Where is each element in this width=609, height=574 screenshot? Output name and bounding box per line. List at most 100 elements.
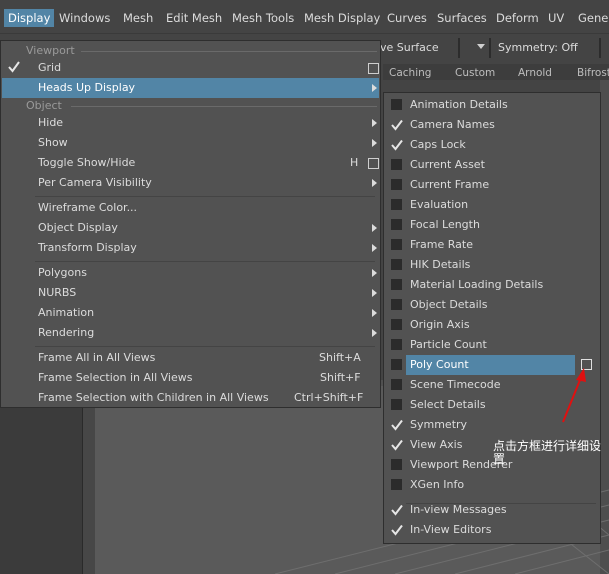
shelf-tab-arnold[interactable]: Arnold bbox=[518, 67, 552, 79]
menu-mesh-display[interactable]: Mesh Display bbox=[304, 9, 380, 27]
menu-item-animation[interactable]: Animation bbox=[2, 303, 379, 323]
option-box-icon[interactable] bbox=[368, 63, 379, 74]
checkbox-icon[interactable] bbox=[391, 259, 402, 270]
hud-item-label: Material Loading Details bbox=[410, 278, 544, 291]
option-box-icon[interactable] bbox=[368, 158, 379, 169]
checked-checkbox-icon[interactable] bbox=[391, 504, 403, 516]
hud-item-evaluation[interactable]: Evaluation bbox=[385, 195, 599, 215]
checkbox-icon[interactable] bbox=[391, 359, 402, 370]
hud-item-symmetry[interactable]: Symmetry bbox=[385, 415, 599, 435]
menu-item-hide[interactable]: Hide bbox=[2, 113, 379, 133]
checkbox-icon[interactable] bbox=[391, 99, 402, 110]
hud-item-camera-names[interactable]: Camera Names bbox=[385, 115, 599, 135]
checkbox-icon[interactable] bbox=[391, 479, 402, 490]
menu-edit-mesh[interactable]: Edit Mesh bbox=[166, 9, 222, 27]
submenu-arrow-icon bbox=[372, 84, 377, 92]
option-box-icon[interactable] bbox=[581, 359, 592, 370]
hud-item-in-view-messages[interactable]: In-view Messages bbox=[385, 500, 599, 520]
hud-item-particle-count[interactable]: Particle Count bbox=[385, 335, 599, 355]
toolbar-divider bbox=[458, 38, 460, 58]
checkbox-icon[interactable] bbox=[391, 459, 402, 470]
hud-item-label: Particle Count bbox=[410, 338, 487, 351]
checkbox-icon[interactable] bbox=[391, 199, 402, 210]
hud-item-caps-lock[interactable]: Caps Lock bbox=[385, 135, 599, 155]
submenu-arrow-icon bbox=[372, 244, 377, 252]
hud-item-current-frame[interactable]: Current Frame bbox=[385, 175, 599, 195]
symmetry-dropdown[interactable]: Symmetry: Off bbox=[498, 41, 578, 54]
checkbox-icon[interactable] bbox=[391, 399, 402, 410]
shelf-tab-bifrost[interactable]: Bifrost bbox=[577, 67, 609, 79]
menu-item-label: Polygons bbox=[38, 266, 87, 279]
checked-checkbox-icon[interactable] bbox=[391, 119, 403, 131]
hud-item-in-view-editors[interactable]: In-View Editors bbox=[385, 520, 599, 540]
checkbox-icon[interactable] bbox=[391, 379, 402, 390]
menu-item-transform-display[interactable]: Transform Display bbox=[2, 238, 379, 258]
menu-item-object-display[interactable]: Object Display bbox=[2, 218, 379, 238]
hud-item-current-asset[interactable]: Current Asset bbox=[385, 155, 599, 175]
hud-item-label: Camera Names bbox=[410, 118, 495, 131]
hud-item-frame-rate[interactable]: Frame Rate bbox=[385, 235, 599, 255]
hud-item-label: HIK Details bbox=[410, 258, 471, 271]
hud-item-focal-length[interactable]: Focal Length bbox=[385, 215, 599, 235]
menu-windows[interactable]: Windows bbox=[59, 9, 110, 27]
checkbox-icon[interactable] bbox=[391, 319, 402, 330]
menu-item-toggle-show-hide[interactable]: Toggle Show/Hide H bbox=[2, 153, 379, 173]
hud-item-label: Select Details bbox=[410, 398, 486, 411]
menu-item-frame-selection-children[interactable]: Frame Selection with Children in All Vie… bbox=[2, 388, 379, 408]
hud-item-label: Symmetry bbox=[410, 418, 468, 431]
hud-item-label: XGen Info bbox=[410, 478, 465, 491]
shelf-tab-custom[interactable]: Custom bbox=[455, 67, 495, 79]
checked-checkbox-icon[interactable] bbox=[391, 419, 403, 431]
menu-item-label: Hide bbox=[38, 116, 64, 129]
checkbox-icon[interactable] bbox=[391, 159, 402, 170]
hud-item-object-details[interactable]: Object Details bbox=[385, 295, 599, 315]
checked-checkbox-icon[interactable] bbox=[391, 439, 403, 451]
checkbox-icon[interactable] bbox=[391, 339, 402, 350]
menu-deform[interactable]: Deform bbox=[496, 9, 539, 27]
checked-checkbox-icon[interactable] bbox=[391, 524, 403, 536]
menu-item-per-camera-visibility[interactable]: Per Camera Visibility bbox=[2, 173, 379, 193]
menu-item-frame-all[interactable]: Frame All in All Views Shift+A bbox=[2, 348, 379, 368]
menu-mesh[interactable]: Mesh bbox=[123, 9, 153, 27]
hud-item-poly-count[interactable]: Poly Count bbox=[385, 355, 599, 375]
menu-item-rendering[interactable]: Rendering bbox=[2, 323, 379, 343]
hud-item-animation-details[interactable]: Animation Details bbox=[385, 95, 599, 115]
menu-item-polygons[interactable]: Polygons bbox=[2, 263, 379, 283]
menu-curves[interactable]: Curves bbox=[387, 9, 427, 27]
menu-surfaces[interactable]: Surfaces bbox=[437, 9, 487, 27]
surface-button[interactable]: ve Surface bbox=[380, 41, 439, 54]
hud-item-label: Evaluation bbox=[410, 198, 469, 211]
menu-uv[interactable]: UV bbox=[548, 9, 564, 27]
menu-item-grid[interactable]: Grid bbox=[2, 58, 379, 78]
checkbox-icon[interactable] bbox=[391, 239, 402, 250]
menu-separator bbox=[35, 196, 375, 197]
menu-item-heads-up-display[interactable]: Heads Up Display bbox=[2, 78, 379, 98]
chevron-down-icon[interactable] bbox=[477, 44, 485, 49]
checkbox-icon[interactable] bbox=[391, 279, 402, 290]
menu-item-frame-selection[interactable]: Frame Selection in All Views Shift+F bbox=[2, 368, 379, 388]
hud-item-hik-details[interactable]: HIK Details bbox=[385, 255, 599, 275]
menu-item-show[interactable]: Show bbox=[2, 133, 379, 153]
menu-generate[interactable]: Gener bbox=[578, 9, 609, 27]
checkbox-icon[interactable] bbox=[391, 299, 402, 310]
hud-item-material-loading-details[interactable]: Material Loading Details bbox=[385, 275, 599, 295]
menu-mesh-tools[interactable]: Mesh Tools bbox=[232, 9, 294, 27]
display-menu: Viewport Grid Heads Up Display Object Hi… bbox=[0, 40, 381, 408]
hud-item-label: Origin Axis bbox=[410, 318, 470, 331]
hud-item-xgen-info[interactable]: XGen Info bbox=[385, 475, 599, 495]
hud-item-scene-timecode[interactable]: Scene Timecode bbox=[385, 375, 599, 395]
checkbox-icon[interactable] bbox=[391, 179, 402, 190]
checked-checkbox-icon[interactable] bbox=[391, 139, 403, 151]
shelf-tab-caching[interactable]: Caching bbox=[389, 67, 431, 79]
menu-item-wireframe-color[interactable]: Wireframe Color... bbox=[2, 198, 379, 218]
hud-item-label: View Axis bbox=[410, 438, 463, 451]
menu-display[interactable]: Display bbox=[4, 9, 55, 27]
menu-item-nurbs[interactable]: NURBS bbox=[2, 283, 379, 303]
hud-item-select-details[interactable]: Select Details bbox=[385, 395, 599, 415]
menu-separator bbox=[35, 261, 375, 262]
hud-item-origin-axis[interactable]: Origin Axis bbox=[385, 315, 599, 335]
submenu-arrow-icon bbox=[372, 269, 377, 277]
hud-item-label: Object Details bbox=[410, 298, 488, 311]
left-panel bbox=[0, 380, 82, 574]
checkbox-icon[interactable] bbox=[391, 219, 402, 230]
